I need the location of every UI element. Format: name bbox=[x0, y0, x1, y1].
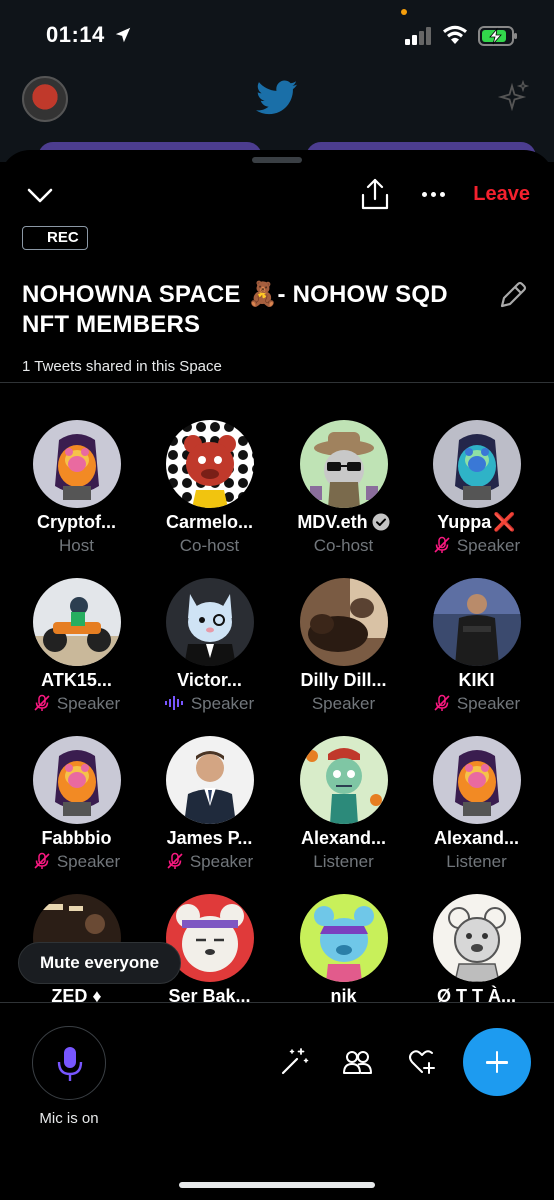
participant-role: Host bbox=[59, 536, 94, 555]
participant-name: Fabbbio bbox=[41, 828, 112, 848]
participant-role: Speaker bbox=[10, 694, 143, 714]
participant-name: Dilly Dill... bbox=[300, 670, 387, 690]
battery-charging-icon bbox=[478, 26, 517, 46]
participant-role: Speaker bbox=[143, 694, 276, 714]
participant-name: Ø T T À... bbox=[437, 986, 516, 1006]
white-cat-suit-icon bbox=[166, 578, 254, 666]
sketch-bear-icon bbox=[433, 894, 521, 982]
wifi-icon bbox=[443, 25, 467, 44]
divider bbox=[0, 1002, 554, 1003]
blue-bear-cap-icon bbox=[300, 894, 388, 982]
microphone-icon bbox=[57, 1047, 83, 1081]
red-bear-polka-icon bbox=[166, 420, 254, 508]
leave-button[interactable]: Leave bbox=[473, 183, 530, 206]
background-header bbox=[0, 72, 554, 172]
participant-role: Co-host bbox=[179, 536, 240, 555]
privacy-indicator bbox=[401, 9, 407, 15]
verified-badge-icon bbox=[372, 513, 390, 531]
tweets-shared-link[interactable]: 1 Tweets shared in this Space bbox=[22, 358, 222, 375]
participant-name: Yuppa ❌ bbox=[437, 512, 516, 532]
participant-role: Speaker bbox=[410, 536, 543, 556]
location-arrow-icon bbox=[115, 27, 131, 43]
participant-name: Carmelo... bbox=[165, 512, 254, 532]
participant-name: ZED ♦ bbox=[51, 986, 102, 1006]
participant-name: Victor... bbox=[177, 670, 242, 690]
status-time: 01:14 bbox=[46, 22, 105, 47]
participant-name: nik bbox=[330, 986, 357, 1006]
status-bar: 01:14 bbox=[0, 0, 554, 72]
participant-role: Speaker bbox=[143, 852, 276, 872]
more-options-icon[interactable] bbox=[416, 180, 450, 208]
sleeping-dog-icon bbox=[300, 578, 388, 666]
chevron-down-icon[interactable] bbox=[24, 182, 56, 210]
muted-mic-icon bbox=[34, 852, 50, 869]
participant-role: Listener bbox=[446, 852, 507, 871]
participant-name: James P... bbox=[166, 828, 253, 848]
participant-name: Alexand... bbox=[300, 828, 387, 848]
lava-lamp-bear-icon bbox=[433, 736, 521, 824]
participant-name: Alexand... bbox=[433, 828, 520, 848]
divider bbox=[0, 382, 554, 383]
participant-role: Speaker bbox=[410, 694, 543, 714]
sheet-grabber[interactable] bbox=[252, 157, 302, 163]
space-title: NOHOWNA SPACE 🧸- NOHOW SQD NFT MEMBERS bbox=[22, 281, 448, 338]
speaking-waveform-icon bbox=[164, 696, 183, 710]
mute-everyone-button[interactable]: Mute everyone bbox=[18, 942, 182, 984]
home-indicator[interactable] bbox=[179, 1182, 375, 1188]
mic-button[interactable] bbox=[32, 1026, 106, 1100]
magic-wand-icon[interactable] bbox=[279, 1047, 309, 1077]
atv-rider-icon bbox=[33, 578, 121, 666]
lava-lamp-bear-icon bbox=[33, 736, 121, 824]
muted-mic-icon bbox=[167, 852, 183, 869]
man-suit-photo-icon bbox=[166, 736, 254, 824]
muted-mic-icon bbox=[34, 694, 50, 711]
add-button[interactable] bbox=[463, 1028, 531, 1096]
people-icon[interactable] bbox=[342, 1047, 372, 1077]
explorer-cat-icon bbox=[300, 420, 388, 508]
participant-role: Co-host bbox=[313, 536, 374, 555]
share-icon[interactable] bbox=[358, 176, 392, 212]
profile-avatar[interactable] bbox=[22, 76, 68, 122]
heart-plus-icon[interactable] bbox=[407, 1047, 437, 1077]
man-photo-icon bbox=[433, 578, 521, 666]
participant-role: Speaker bbox=[10, 852, 143, 872]
mic-status-label: Mic is on bbox=[39, 1110, 99, 1127]
space-sheet: Leave REC NOHOWNA SPACE 🧸- NOHOW SQD NFT… bbox=[0, 150, 554, 1200]
participant-role: Listener bbox=[313, 852, 374, 871]
twitter-bird-icon bbox=[256, 80, 298, 115]
participant-name: Cryptof... bbox=[37, 512, 116, 532]
edit-pencil-icon[interactable] bbox=[496, 278, 530, 312]
lava-lamp-bear-icon bbox=[33, 420, 121, 508]
participant-name: ATK15... bbox=[41, 670, 112, 690]
blue-lamp-bear-icon bbox=[433, 420, 521, 508]
participant-name: KIKI bbox=[458, 670, 495, 690]
muted-mic-icon bbox=[434, 536, 450, 553]
participant-name: Ser Bak... bbox=[168, 986, 251, 1006]
zombie-cartoon-icon bbox=[300, 736, 388, 824]
cellular-signal-icon bbox=[405, 27, 431, 45]
participant-role: Speaker bbox=[311, 694, 376, 713]
muted-mic-icon bbox=[434, 694, 450, 711]
recording-badge: REC bbox=[22, 226, 88, 250]
participant-name: MDV.eth bbox=[277, 512, 410, 533]
sparkle-icon[interactable] bbox=[496, 80, 530, 114]
